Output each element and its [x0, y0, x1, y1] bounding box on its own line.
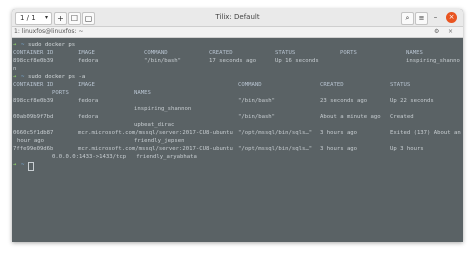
current-prompt-line[interactable]: ➜ ~ — [12, 162, 463, 171]
column-header: PORTS — [340, 50, 357, 56]
container-command: "/bin/bash" — [238, 114, 276, 120]
column-header: COMMAND — [238, 82, 262, 88]
table-row: 898ccf8e0b39 fedora "/bin/bash" 17 secon… — [12, 58, 463, 66]
container-command: "/bin/bash" — [238, 98, 276, 104]
container-id: 0660c5f1db87 — [13, 130, 54, 136]
container-status: Up 3 hours — [390, 146, 424, 152]
prompt-dir: ~ — [21, 42, 25, 48]
container-status: Up 16 seconds — [275, 58, 319, 64]
table-row: 0660c5f1db87 mcr.microsoft.com/mssql/ser… — [12, 130, 463, 138]
column-header: IMAGE — [78, 50, 95, 56]
column-header: NAMES — [134, 90, 151, 96]
prompt-dir: ~ — [21, 162, 25, 168]
terminal-header: 1: linuxfos@linuxfos: ~ ⚙ × — [12, 27, 463, 38]
column-header: CONTAINER ID — [13, 82, 54, 88]
container-image: fedora — [78, 58, 99, 64]
prompt-line: ➜ ~ sudo docker ps — [12, 42, 463, 50]
prompt-arrow-icon: ➜ — [13, 42, 17, 48]
table-row-wrap: upbeat_dirac — [12, 122, 463, 130]
terminal-title: 1: linuxfos@linuxfos: ~ — [14, 28, 84, 35]
menu-icon[interactable]: ≡ — [415, 12, 428, 25]
close-window-button[interactable]: × — [446, 12, 457, 23]
column-header: COMMAND — [144, 50, 168, 56]
column-header: STATUS — [390, 82, 411, 88]
column-header: NAMES — [406, 50, 423, 56]
wrapped-text: n — [13, 66, 17, 72]
container-created: 23 seconds ago — [320, 98, 368, 104]
table-row: 7ffe99e09d6b mcr.microsoft.com/mssql/ser… — [12, 146, 463, 154]
table-row-wrap: n — [12, 66, 463, 74]
search-icon[interactable]: ⌕ — [401, 12, 414, 25]
container-id: 898ccf8e0b39 — [13, 98, 54, 104]
container-name: friendly_jepsen — [134, 138, 185, 144]
terminal-window: 1 / 1 ▾ + ☐ ▢ Tilix: Default ⌕ ≡ – × 1: … — [12, 9, 463, 242]
column-header: PORTS — [52, 90, 69, 96]
container-status: Created — [390, 114, 414, 120]
container-created: About a minute ago — [320, 114, 381, 120]
container-status: Exited (137) About an — [390, 130, 461, 136]
container-command: "/bin/bash" — [144, 58, 182, 64]
prompt-arrow-icon: ➜ — [13, 162, 17, 168]
container-created: 3 hours ago — [320, 130, 358, 136]
table-row-wrap: hour ago friendly_jepsen — [12, 138, 463, 146]
column-header: IMAGE — [78, 82, 95, 88]
container-name: inspiring_shannon — [134, 106, 192, 112]
text-cursor — [28, 162, 34, 171]
container-image: fedora — [78, 98, 99, 104]
container-status: Up 22 seconds — [390, 98, 434, 104]
prompt-arrow-icon: ➜ — [13, 74, 17, 80]
container-image: fedora — [78, 114, 99, 120]
container-image: mcr.microsoft.com/mssql/server:2017-CU8-… — [78, 130, 233, 136]
column-header: CREATED — [320, 82, 344, 88]
container-id: 7ffe99e09d6b — [13, 146, 54, 152]
table-header: CONTAINER ID IMAGE COMMAND CREATED STATU… — [12, 82, 463, 90]
table-row-wrap: inspiring_shannon — [12, 106, 463, 114]
terminal-output[interactable]: ➜ ~ sudo docker ps CONTAINER ID IMAGE CO… — [12, 38, 463, 242]
prompt-line: ➜ ~ sudo docker ps -a — [12, 74, 463, 82]
table-header: CONTAINER ID IMAGE COMMAND CREATED STATU… — [12, 50, 463, 58]
container-name: upbeat_dirac — [134, 122, 175, 128]
table-row-wrap: 0.0.0.0:1433->1433/tcp friendly_aryabhat… — [12, 154, 463, 162]
container-command: "/opt/mssql/bin/sqls…" — [238, 130, 313, 136]
container-created: 17 seconds ago — [209, 58, 257, 64]
command-text: sudo docker ps — [28, 42, 76, 48]
container-image: mcr.microsoft.com/mssql/server:2017-CU8-… — [78, 146, 233, 152]
wrapped-text: hour ago — [17, 138, 44, 144]
window-title: Tilix: Default — [215, 13, 260, 21]
minimize-button[interactable]: – — [430, 12, 441, 23]
table-row: 898ccf8e0b39 fedora "/bin/bash" 23 secon… — [12, 98, 463, 106]
prompt-dir: ~ — [21, 74, 25, 80]
container-name: inspiring_shanno — [406, 58, 460, 64]
title-bar: 1 / 1 ▾ + ☐ ▢ Tilix: Default ⌕ ≡ – × — [12, 9, 463, 27]
close-terminal-icon[interactable]: × — [448, 28, 453, 35]
table-header-wrap: PORTS NAMES — [12, 90, 463, 98]
container-id: 898ccf8e0b39 — [13, 58, 54, 64]
container-command: "/opt/mssql/bin/sqls…" — [238, 146, 313, 152]
gear-icon[interactable]: ⚙ — [434, 28, 439, 35]
column-header: CREATED — [209, 50, 233, 56]
table-row: 00ab09b9f7bd fedora "/bin/bash" About a … — [12, 114, 463, 122]
container-ports-name: 0.0.0.0:1433->1433/tcp friendly_aryabhat… — [52, 154, 197, 160]
container-id: 00ab09b9f7bd — [13, 114, 54, 120]
command-text: sudo docker ps -a — [28, 74, 86, 80]
column-header: CONTAINER ID — [13, 50, 54, 56]
container-created: 3 hours ago — [320, 146, 358, 152]
column-header: STATUS — [275, 50, 296, 56]
